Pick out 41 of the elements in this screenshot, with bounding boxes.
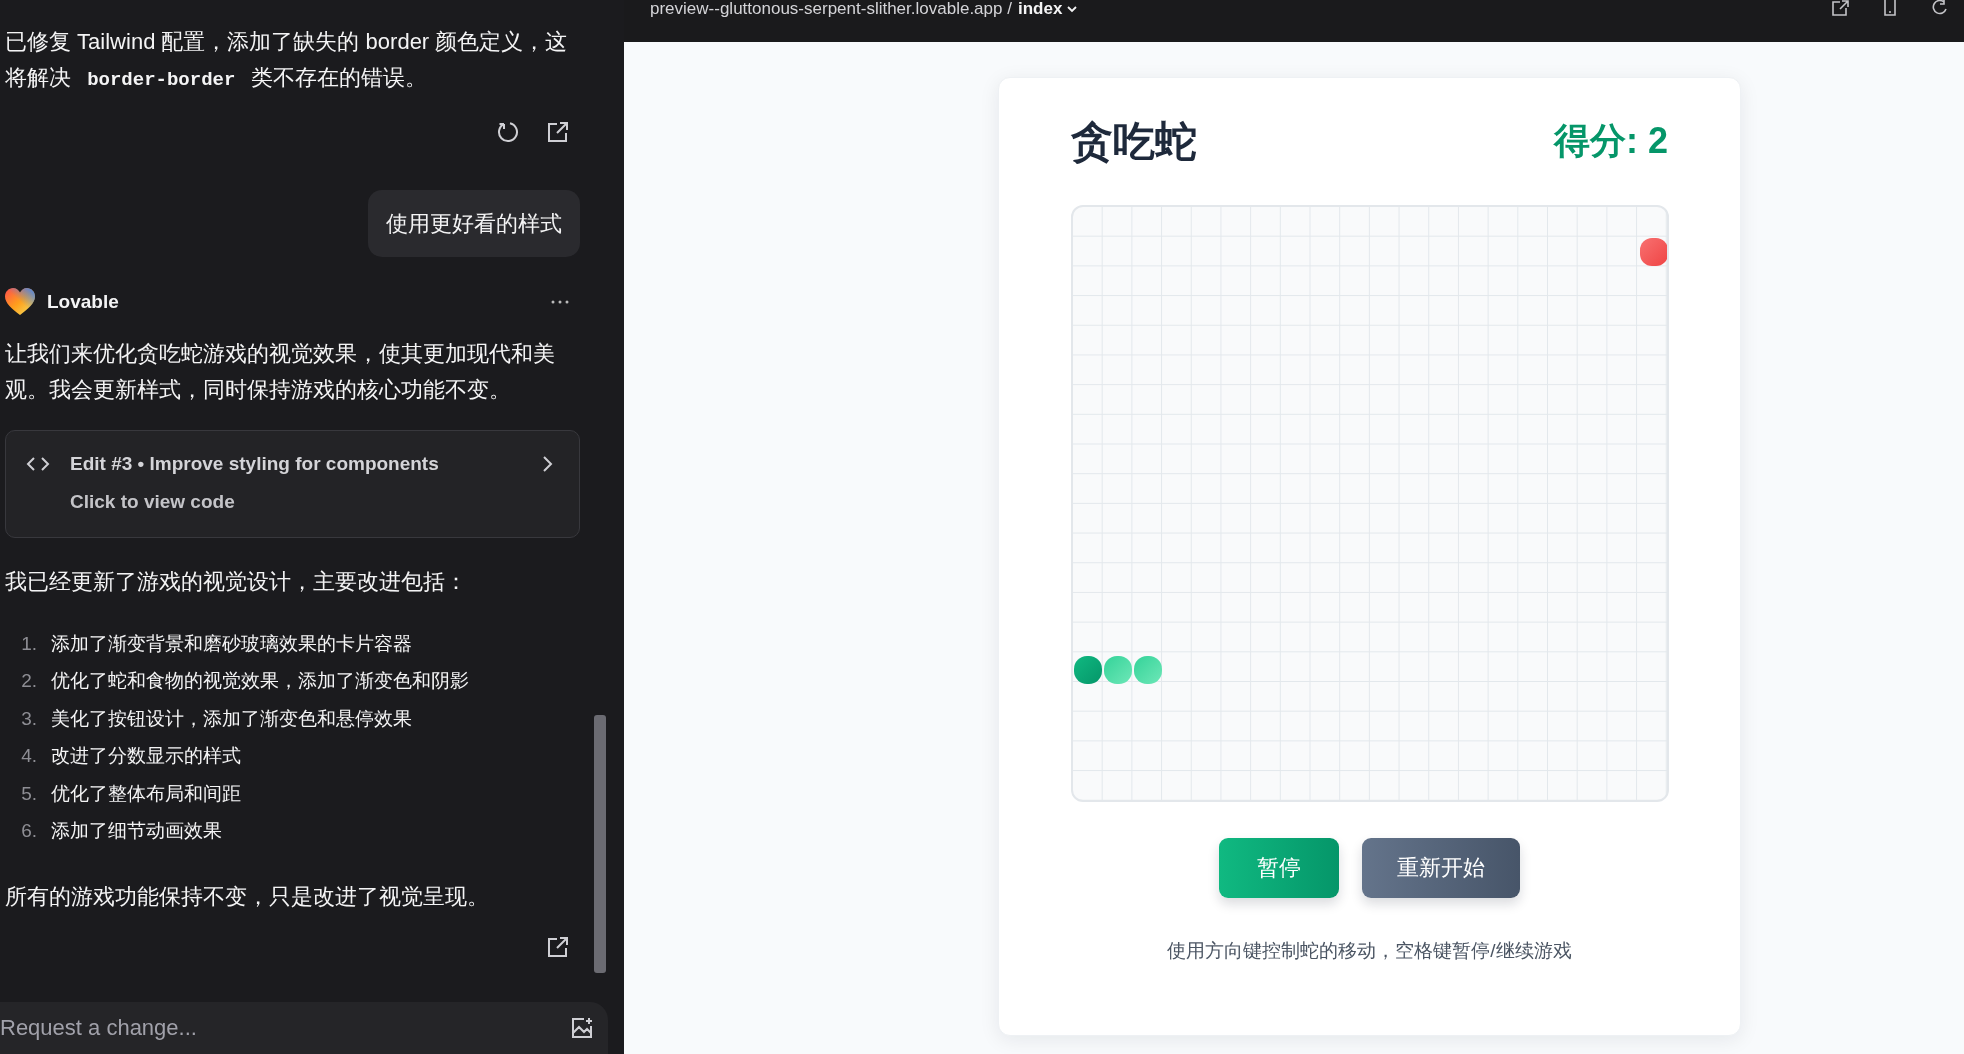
user-message: 使用更好看的样式	[368, 190, 580, 257]
restore-icon[interactable]	[496, 120, 520, 144]
message-text: 所有的游戏功能保持不变，只是改进了视觉呈现。	[5, 883, 490, 911]
assistant-name: Lovable	[47, 291, 119, 313]
page-selector[interactable]: index	[1011, 0, 1079, 17]
edit-subtitle: Click to view code	[70, 491, 236, 513]
list-item-text: 添加了细节动画效果	[51, 819, 222, 844]
list-number: 2.	[20, 670, 38, 693]
external-link-icon[interactable]	[546, 935, 570, 959]
game-title: 贪吃蛇	[1071, 116, 1197, 167]
controls-hint: 使用方向键控制蛇的移动，空格键暂停/继续游戏	[1166, 939, 1573, 963]
list-number: 1.	[20, 632, 38, 655]
list-item-text: 改进了分数显示的样式	[51, 744, 241, 769]
request-field[interactable]: Request a change...	[0, 1002, 608, 1054]
external-link-icon[interactable]	[1830, 0, 1850, 16]
refresh-icon[interactable]	[1930, 0, 1950, 16]
food	[1640, 237, 1667, 266]
scrollbar-thumb[interactable]	[594, 715, 606, 973]
preview-url: preview--gluttonous-serpent-slither.lovable.app /	[650, 0, 1012, 17]
snake-segment	[1103, 655, 1132, 684]
message-text: 让我们来优化贪吃蛇游戏的视觉效果，使其更加现代和美观。我会更新样式，同时保持游戏的核心功能不变。	[5, 340, 556, 404]
list-number: 4.	[20, 745, 38, 768]
snake-head	[1074, 655, 1102, 684]
snake-segment	[1133, 655, 1162, 684]
list-number: 6.	[20, 820, 38, 843]
list-item-text: 优化了整体布局和间距	[51, 781, 241, 806]
edit-title: Edit #3 • Improve styling for components	[70, 453, 440, 475]
message-text: 已修复 Tailwind 配置，添加了缺失的 border 颜色定义，这将解决 border-border 类不存在的错误。	[5, 28, 569, 93]
image-icon[interactable]	[570, 1016, 594, 1040]
edit-card[interactable]: Edit #3 • Improve styling for components Click to view code	[5, 430, 580, 538]
restart-button[interactable]: 重新开始	[1362, 838, 1520, 898]
more-icon[interactable]	[550, 299, 570, 305]
score: 得分: 2	[1554, 119, 1668, 163]
message-text: 我已经更新了游戏的视觉设计，主要改进包括：	[5, 568, 468, 596]
list-number: 3.	[20, 707, 38, 730]
request-input[interactable]: Request a change...	[0, 1015, 570, 1041]
list-item-text: 优化了蛇和食物的视觉效果，添加了渐变色和阴影	[51, 669, 469, 694]
list-item-text: 美化了按钮设计，添加了渐变色和悬停效果	[51, 706, 412, 731]
list-number: 5.	[20, 782, 38, 805]
list-item-text: 添加了渐变背景和磨砂玻璃效果的卡片容器	[51, 631, 412, 656]
external-link-icon[interactable]	[546, 120, 570, 144]
